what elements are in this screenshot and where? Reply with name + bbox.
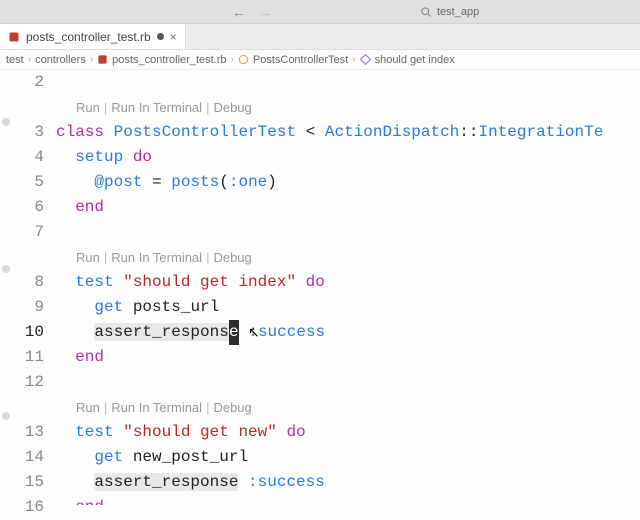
titlebar-project[interactable]: test_app — [420, 6, 479, 18]
codelens-run-terminal[interactable]: Run In Terminal — [111, 95, 202, 120]
line-number: 10 — [0, 320, 44, 345]
class-icon — [238, 54, 249, 65]
code-line[interactable] — [56, 70, 640, 95]
code-line[interactable]: get new_post_url — [56, 445, 640, 470]
breadcrumb-seg[interactable]: test — [6, 54, 24, 66]
editor-tabs: posts_controller_test.rb × — [0, 24, 640, 50]
codelens-run[interactable]: Run — [76, 95, 100, 120]
line-number: 11 — [0, 345, 44, 370]
close-icon[interactable]: × — [170, 30, 177, 44]
dirty-indicator-icon — [157, 33, 164, 40]
ruby-file-icon — [8, 31, 20, 43]
line-number: 5 — [0, 170, 44, 195]
code-line[interactable]: class PostsControllerTest < ActionDispat… — [56, 120, 640, 145]
code-line[interactable]: end — [56, 345, 640, 370]
code-line[interactable]: get posts_url — [56, 295, 640, 320]
line-number-blank — [0, 95, 44, 120]
project-name-label: test_app — [437, 6, 479, 18]
codelens: Run| Run In Terminal| Debug — [56, 95, 640, 120]
search-icon — [420, 6, 432, 18]
codelens-debug[interactable]: Debug — [213, 95, 251, 120]
breadcrumb-seg[interactable]: should get index — [375, 54, 455, 66]
nav-arrows: ← → — [232, 4, 272, 20]
line-number: 6 — [0, 195, 44, 220]
code-line[interactable]: assert_response :success — [56, 470, 640, 495]
text-cursor: e — [229, 320, 239, 345]
code-area[interactable]: Run| Run In Terminal| Debug class PostsC… — [56, 70, 640, 505]
code-line[interactable]: test "should get index" do — [56, 270, 640, 295]
code-editor[interactable]: 2 3 4 5 6 7 8 9 10 11 12 13 14 15 16 Run… — [0, 70, 640, 505]
line-number: 14 — [0, 445, 44, 470]
breadcrumb-seg[interactable]: PostsControllerTest — [253, 54, 348, 66]
code-line[interactable]: end — [56, 495, 640, 505]
ruby-file-icon — [97, 54, 108, 65]
codelens-debug[interactable]: Debug — [213, 395, 251, 420]
breakpoint-hint-icon[interactable] — [2, 118, 10, 126]
codelens-run[interactable]: Run — [76, 245, 100, 270]
occurrence-highlight: assert_response — [94, 323, 238, 341]
window-titlebar: ← → test_app — [0, 0, 640, 24]
breakpoint-hint-icon[interactable] — [2, 412, 10, 420]
code-line[interactable] — [56, 370, 640, 395]
chevron-right-icon: › — [90, 54, 93, 65]
chevron-right-icon: › — [352, 54, 355, 65]
method-icon — [360, 54, 371, 65]
chevron-right-icon: › — [28, 54, 31, 65]
codelens-run-terminal[interactable]: Run In Terminal — [111, 245, 202, 270]
breakpoint-hint-icon[interactable] — [2, 265, 10, 273]
line-number-gutter: 2 3 4 5 6 7 8 9 10 11 12 13 14 15 16 — [0, 70, 56, 505]
tab-filename-label: posts_controller_test.rb — [26, 30, 151, 44]
back-icon[interactable]: ← — [232, 4, 246, 20]
line-number: 13 — [0, 420, 44, 445]
codelens-run[interactable]: Run — [76, 395, 100, 420]
line-number: 7 — [0, 220, 44, 245]
line-number: 2 — [0, 70, 44, 95]
code-line[interactable] — [56, 220, 640, 245]
chevron-right-icon: › — [231, 54, 234, 65]
line-number: 12 — [0, 370, 44, 395]
tab-posts-controller-test[interactable]: posts_controller_test.rb × — [0, 24, 186, 49]
line-number: 8 — [0, 270, 44, 295]
code-line[interactable]: assert_response :success — [56, 320, 640, 345]
code-line[interactable]: end — [56, 195, 640, 220]
codelens: Run| Run In Terminal| Debug — [56, 245, 640, 270]
line-number: 4 — [0, 145, 44, 170]
breadcrumb-seg[interactable]: posts_controller_test.rb — [112, 54, 226, 66]
codelens-debug[interactable]: Debug — [213, 245, 251, 270]
code-line[interactable]: @post = posts(:one) — [56, 170, 640, 195]
breadcrumb: test › controllers › posts_controller_te… — [0, 50, 640, 70]
line-number: 15 — [0, 470, 44, 495]
codelens-run-terminal[interactable]: Run In Terminal — [111, 395, 202, 420]
forward-icon[interactable]: → — [258, 4, 272, 20]
code-line[interactable]: setup do — [56, 145, 640, 170]
occurrence-highlight: assert_response — [94, 473, 238, 491]
code-line[interactable]: test "should get new" do — [56, 420, 640, 445]
breadcrumb-seg[interactable]: controllers — [35, 54, 86, 66]
line-number: 16 — [0, 495, 44, 520]
codelens: Run| Run In Terminal| Debug — [56, 395, 640, 420]
line-number: 9 — [0, 295, 44, 320]
